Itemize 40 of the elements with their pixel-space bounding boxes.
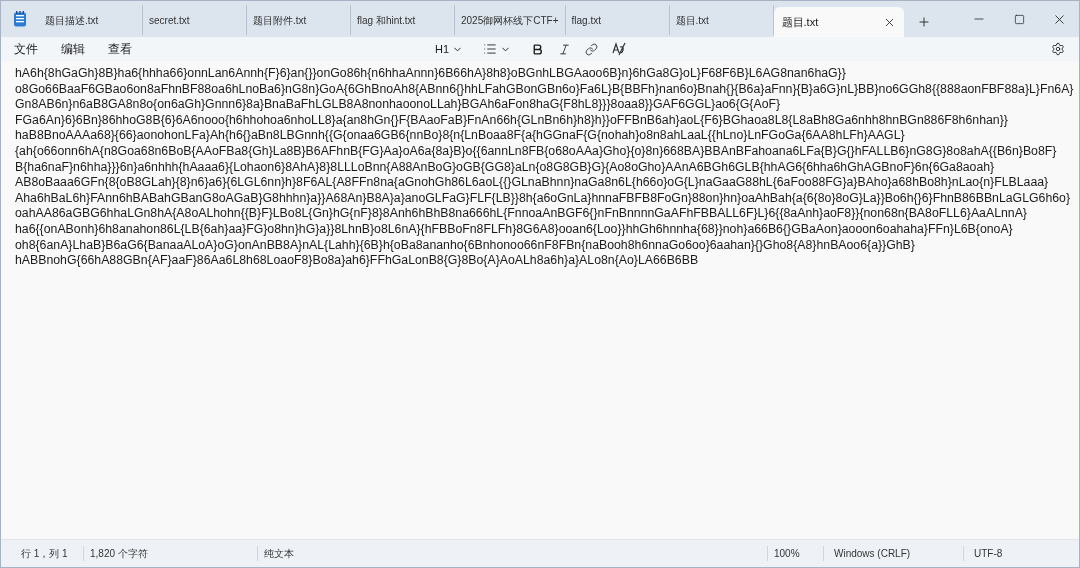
file-tab[interactable]: flag.txt bbox=[565, 5, 670, 35]
settings-icon[interactable] bbox=[1051, 42, 1065, 56]
text-line: hABBnohG{66hA88GBn{AF}aaF}86Aa6L8h68LoaoF8}Bo8a}ah6}FFhGaLonB8{G}8Bo{A}AoALh8a6h}a}ALo8n{Ao}LA66B6BB bbox=[15, 253, 699, 269]
file-tab[interactable]: 题目附件.txt bbox=[247, 5, 351, 35]
notepad-icon bbox=[13, 11, 27, 27]
file-tab[interactable]: 题目.txt bbox=[669, 5, 774, 35]
file-tab[interactable]: 题目描述.txt bbox=[39, 5, 143, 35]
menu-item[interactable]: 编辑 bbox=[54, 40, 92, 58]
spellcheck-icon[interactable] bbox=[612, 42, 626, 56]
text-line: FGa6An}6}6Bn}86hhoG8B{6}6A6nooo{h6hhohoa6nhoLL8}a{an8hGn{}F{BAaoFaB}FnAn66h{GLnBn6h}h8}h}}oFFBnB6ah}aoL{F6}BGhaoa8L8{L8aBh8Ga6nhh8hnBGn886F8h6nhan}} bbox=[15, 112, 1008, 129]
list-icon[interactable] bbox=[483, 42, 497, 56]
new-tab-icon[interactable] bbox=[916, 15, 931, 29]
file-tab[interactable]: 题目.txt bbox=[773, 7, 904, 37]
text-line: {ah{o66onn6hA{n8Goa68n6BoB{AAoFBa8{Gh}La8B}B6AFhnB{FG}Aa}oA6a{8a}B}o{{6annLn8FB{o68oAAa}Gho}{o}8n}668BA}BBAnBFahoana6LFa{B}G{}hFALLB6}nG8G}8o8ahA{{B6n}Bo8F} bbox=[15, 143, 1057, 160]
file-tab[interactable]: 2025御网杯线下CTF+ bbox=[455, 5, 566, 35]
file-format: 纯文本 bbox=[257, 546, 767, 561]
character-count: 1,820 个字符 bbox=[83, 546, 257, 561]
zoom-level: 100% bbox=[767, 546, 823, 561]
heading-dropdown[interactable]: H1 bbox=[434, 40, 463, 58]
text-line: oahAA86aGBG6hhaLGn8hA{A8oALhohn{{B}F}LBo8L{Gn}hG{nF}8}8Anh6hBhB8na666hL{FnnoaAnBGF6{}nFnBnnnnGaAFhFBBALL6F}L}6{{8aAnh}aoF8}}{non68n{BA8oFLL6}AaALnnA} bbox=[15, 206, 1027, 222]
text-line: B{ha6naF}n6hha}}}6n}a6nhhh{hAaaa6}{Lohaon6}8AhA}8}8LLLoBnn{A88AnBoG}oGB{GG8}aLn{o8G8GB}G}{Ao8oGho}AAnA6BGh6GLB{hhAG6{6hha6hGhAGBnoF}6n{6Ga8aoah} bbox=[15, 159, 995, 176]
file-tab[interactable]: secret.txt bbox=[143, 5, 247, 35]
text-line: Gn8AB6n}n6aB8GA8n8o{on6aGh}Gnnn6}8a}BnaBaFhLGLB8A8nonhaoonoLLah}BGAh6aFon8haG{F8hL8}}}8oaa8}}GAF6GGL}ao6{G{AoF} bbox=[15, 97, 781, 113]
cursor-position: 行 1，列 1 bbox=[20, 547, 69, 561]
encoding: UTF-8 bbox=[963, 546, 1003, 561]
text-line: o8Go66BaaF6GBao6on8aFhnBF88oa6hLnoBa6}nG8n}GoA{6GhBnoAh8{ABnn6{}hhLFahGBonGBn6o}Fa6L}B{BBFh}nan6o}Bnah{}{B6a}aFnn}{B}a6G}nL}BB}no6GGh8{{888aonFBF88a}L}Fn6A} bbox=[15, 81, 1074, 98]
text-line: AB8oBaaa6GFn{8{oB8GLah}{8}n6}a6}{6LGL6nn}h}8F6AL{A8FFn8na{aGnohGh86L6aoL{{}GLnaBhnn}naGa8n6L{h66o}oG{L}naGaaG88hL{6aFoo88FG}a}BAho}a68hBo8h}nLao{n}FLBLaaa} bbox=[15, 175, 1049, 191]
text-line: oh8{6anA}LhaB}B6aG6{BanaaALoA}oG}onAnBB8A}nAL{Lahh}{6B}h{oBa8ananho{6Bnhonoo66nF8FBn{naBooh8h6nnaGo6oo}6aahan}{}Gho8{A8}hnBAoo6{a}}GhB} bbox=[15, 237, 915, 254]
maximize-icon[interactable] bbox=[1013, 13, 1025, 25]
text-line: Aha6hBaL6h}FAnn6hBABahGBanG8oAGaB}G8hhhn}a}}A68An}B8A}a}anoGLFaG}FLF{LB}}8h{a6oGnLa}hnnaFBFB8FoGn}88on}hn}oaAhBah{a{6{8o}8oG}La}}Bo6h{}6}FhnB86BBnLaGLG6h6o} bbox=[15, 190, 1071, 207]
menu-item[interactable]: 查看 bbox=[101, 40, 139, 58]
text-line: ha6{{onABonh}6h8anahon86L{LB{6ah}aa}FG}o8hn}hG}a}}8LhnB}o8L6nA}{hFBBoFn8FLFh}8G6A8}ooan6{Loo}}hhGh6hnnha{68}}noh}a66B6{}GBaAon}aooon6oahaha}FFn}L6B{onoA} bbox=[15, 221, 1013, 238]
italic-icon[interactable] bbox=[558, 42, 571, 56]
text-line: hA6h{8hGaGh}8B}ha6{hhha66}onnLan6Annh{F}6}an{}}onGo86h{n6hhaAnnn}6B66hA}8h8}oBGnhLBGAaoo6B}n}6hGa8G}oL}F68F6B}L6AG8nan6haG}} bbox=[15, 66, 846, 82]
bold-icon[interactable] bbox=[531, 42, 544, 56]
link-icon[interactable] bbox=[585, 42, 598, 56]
menu-item[interactable]: 文件 bbox=[7, 40, 45, 58]
text-line: haB8BnoAAAa68}{66}aonohonLFa}Ah{h6{}aBn8LBGnnh{{G{onaa6GB6{nnBo}8{n{LnBoaa8F{a{hGGnaF{G{nohah}o8n8ahLaaL{{hLno}LnFGoGa{6AA8hLFh}AAGL} bbox=[15, 128, 905, 144]
line-ending: Windows (CRLF) bbox=[823, 546, 963, 561]
file-tab[interactable]: flag 和hint.txt bbox=[351, 5, 455, 35]
